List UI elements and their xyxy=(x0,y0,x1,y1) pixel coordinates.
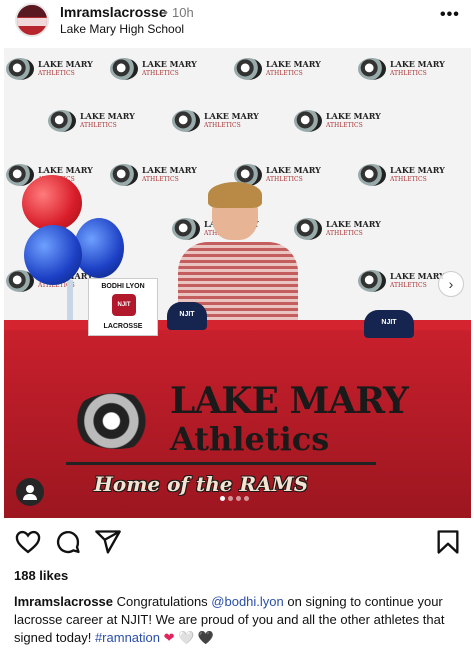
carousel-dots xyxy=(220,496,249,501)
backdrop-logo-sub: ATHLETICS xyxy=(142,176,179,183)
ram-logo-icon xyxy=(172,110,200,132)
athlete-hair xyxy=(208,182,262,208)
table-subtitle: Home of the RAMS xyxy=(94,472,309,496)
post-username[interactable]: lmramslacrosse xyxy=(60,4,167,20)
carousel-dot xyxy=(220,496,225,501)
table-title-2: Athletics xyxy=(170,420,330,458)
backdrop-logo: LAKE MARYATHLETICS xyxy=(234,58,321,80)
nameplate-name: BODHI LYON xyxy=(101,283,145,290)
backdrop-logo: LAKE MARYATHLETICS xyxy=(6,58,93,80)
more-options-icon[interactable]: ••• xyxy=(440,6,460,24)
backdrop-logo-text: LAKE MARY xyxy=(266,59,321,69)
tagged-users-icon[interactable] xyxy=(16,478,44,506)
backdrop-logo: LAKE MARYATHLETICS xyxy=(48,110,135,132)
post-caption: lmramslacrosse Congratulations @bodhi.ly… xyxy=(14,593,466,647)
ram-logo-icon xyxy=(70,393,162,449)
avatar-top xyxy=(17,5,47,17)
ram-logo-icon xyxy=(358,270,386,292)
backdrop-logo: LAKE MARYATHLETICS xyxy=(110,164,197,186)
backdrop-logo-sub: ATHLETICS xyxy=(390,70,427,77)
backdrop-logo: LAKE MARYATHLETICS xyxy=(294,218,381,240)
avatar-stripe xyxy=(17,18,47,26)
backdrop-logo: LAKE MARYATHLETICS xyxy=(358,270,445,292)
backdrop-logo-sub: ATHLETICS xyxy=(326,230,363,237)
backdrop-logo: LAKE MARYATHLETICS xyxy=(294,110,381,132)
backdrop-logo-text: LAKE MARY xyxy=(80,111,135,121)
red-balloon xyxy=(22,175,82,231)
post-photo[interactable]: LAKE MARY ATHLETICS LAKE MARY ATHLETICS LA… xyxy=(4,48,471,518)
nameplate-sport: LACROSSE xyxy=(103,323,143,330)
blue-balloon xyxy=(74,218,124,278)
caption-emojis: ❤ 🤍 🖤 xyxy=(163,630,215,645)
carousel-next-button[interactable]: › xyxy=(438,271,464,297)
carousel-dot xyxy=(244,496,249,501)
caption-hashtag[interactable]: #ramnation xyxy=(95,630,160,645)
post-actions xyxy=(0,524,474,562)
separator-dot: • xyxy=(163,4,168,20)
backdrop-logo: LAKE MARYATHLETICS xyxy=(110,58,197,80)
ram-logo-icon xyxy=(234,58,262,80)
backdrop-logo-text: LAKE MARY xyxy=(326,111,381,121)
backdrop-logo-text: LAKE MARY xyxy=(142,59,197,69)
backdrop-logo-sub: ATHLETICS xyxy=(80,122,117,129)
caption-text: Congratulations xyxy=(113,594,212,609)
post-location[interactable]: Lake Mary High School xyxy=(60,22,184,36)
post-header: lmramslacrosse • 10h Lake Mary High Scho… xyxy=(0,0,474,46)
ram-logo-icon xyxy=(6,58,34,80)
nameplate: BODHI LYON NJIT LACROSSE xyxy=(88,278,158,336)
backdrop-logo: LAKE MARYATHLETICS xyxy=(358,164,445,186)
backdrop-logo-sub: ATHLETICS xyxy=(204,122,241,129)
backdrop-logo: LAKE MARYATHLETICS xyxy=(358,58,445,80)
backdrop-logo-sub: ATHLETICS xyxy=(390,176,427,183)
nameplate-logo: NJIT xyxy=(112,294,136,316)
ram-logo-icon xyxy=(358,164,386,186)
bookmark-icon[interactable] xyxy=(434,528,462,556)
backdrop-logo-sub: ATHLETICS xyxy=(38,70,75,77)
backdrop-logo: LAKE MARYATHLETICS xyxy=(172,110,259,132)
backdrop-logo-sub: ATHLETICS xyxy=(390,282,427,289)
share-icon[interactable] xyxy=(94,528,122,556)
likes-count[interactable]: 188 likes xyxy=(14,568,68,583)
njit-hat: NJIT xyxy=(167,302,207,330)
backdrop-logo-text: LAKE MARY xyxy=(204,111,259,121)
backdrop-logo-text: LAKE MARY xyxy=(390,271,445,281)
heart-icon[interactable] xyxy=(14,528,42,556)
profile-avatar[interactable] xyxy=(15,3,49,37)
backdrop-logo-text: LAKE MARY xyxy=(266,165,321,175)
caption-username[interactable]: lmramslacrosse xyxy=(14,594,113,609)
backdrop-logo-text: LAKE MARY xyxy=(326,219,381,229)
backdrop-logo-text: LAKE MARY xyxy=(38,59,93,69)
caption-mention[interactable]: @bodhi.lyon xyxy=(211,594,283,609)
backdrop-logo-text: LAKE MARY xyxy=(142,165,197,175)
njit-hat: NJIT xyxy=(364,310,414,338)
table-title-1: LAKE MARY xyxy=(170,380,409,422)
blue-balloon xyxy=(24,225,82,285)
backdrop-logo-sub: ATHLETICS xyxy=(142,70,179,77)
backdrop-logo-sub: ATHLETICS xyxy=(266,70,303,77)
backdrop-logo-text: LAKE MARY xyxy=(390,165,445,175)
post-time[interactable]: 10h xyxy=(172,5,194,20)
ram-logo-icon xyxy=(294,110,322,132)
ram-logo-icon xyxy=(358,58,386,80)
comment-icon[interactable] xyxy=(54,528,82,556)
ram-logo-icon xyxy=(48,110,76,132)
backdrop-logo-text: LAKE MARY xyxy=(38,165,93,175)
carousel-dot xyxy=(236,496,241,501)
backdrop-logo-sub: ATHLETICS xyxy=(266,176,303,183)
backdrop-logo-text: LAKE MARY xyxy=(390,59,445,69)
table-divider xyxy=(66,462,376,465)
carousel-dot xyxy=(228,496,233,501)
ram-logo-icon xyxy=(110,164,138,186)
ram-logo-icon xyxy=(110,58,138,80)
backdrop-logo-sub: ATHLETICS xyxy=(326,122,363,129)
